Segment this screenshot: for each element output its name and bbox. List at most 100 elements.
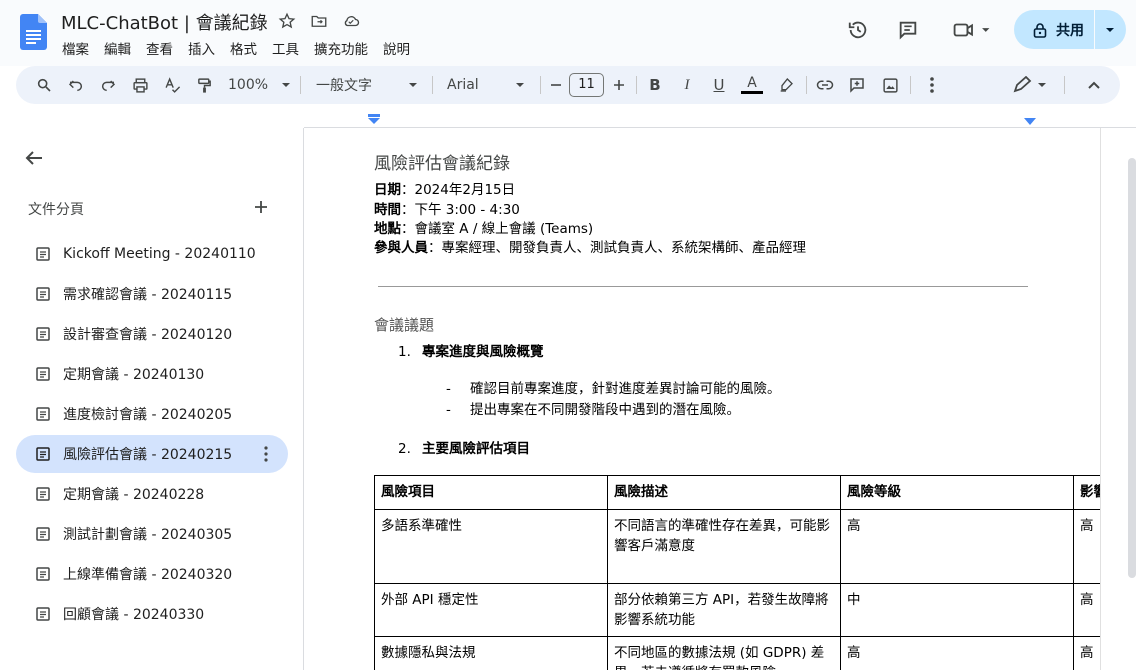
document-page[interactable]: 風險評估會議紀錄 日期：2024年2月15日 時間：下午 3:00 - 4:30… [304,128,1136,670]
toolbar-divider [300,76,301,94]
top-bar: MLC-ChatBot | 會議紀錄 檔案 編輯 查看 插入 格式 工具 擴充功… [0,0,1136,66]
toolbar-divider [540,76,541,94]
share-label: 共用 [1056,22,1084,39]
chevron-down-icon [516,83,524,87]
sidebar-item-label: 進度檢討會議 - 20240205 [63,407,233,423]
menu-tools[interactable]: 工具 [272,38,299,58]
add-tab-icon[interactable] [253,199,269,215]
document-icon [36,287,50,301]
document-icon [36,447,50,461]
sidebar-item-label: 定期會議 - 20240130 [63,367,205,383]
menu-extensions[interactable]: 擴充功能 [314,38,368,58]
text-color-icon[interactable]: A [740,75,764,95]
page-title: 風險評估會議紀錄 [374,154,510,174]
editing-mode-icon[interactable] [1012,75,1052,95]
vertical-scrollbar[interactable] [1128,158,1136,578]
sidebar-item-label: 設計審查會議 - 20240120 [63,327,233,343]
insert-link-icon[interactable] [815,75,835,95]
sidebar-item-design-review[interactable]: 設計審查會議 - 20240120 [16,315,288,353]
print-icon[interactable] [130,75,150,95]
insert-image-icon[interactable] [880,75,900,95]
table-cell: 多語系準確性 [374,509,608,584]
sidebar-item-label: 上線準備會議 - 20240320 [63,567,233,583]
increase-font-size-icon[interactable] [611,75,627,95]
menu-help[interactable]: 說明 [383,38,410,58]
menu-edit[interactable]: 編輯 [104,38,131,58]
formatting-toolbar: 100% 一般文字 Arial 11 B I U A [16,66,1120,104]
style-select[interactable]: 一般文字 [316,75,422,95]
move-folder-icon[interactable] [309,11,329,31]
table-cell: 部分依賴第三方 API，若發生故障將影響系統功能 [607,583,841,637]
sidebar-item-progress-review[interactable]: 進度檢討會議 - 20240205 [16,395,288,433]
sidebar-item-label: 回顧會議 - 20240330 [63,607,205,623]
sidebar-item-label: 測試計劃會議 - 20240305 [63,527,233,543]
toolbar-divider [910,76,911,94]
right-margin-marker-icon[interactable] [1024,118,1036,126]
bullet-item: - 確認目前專案進度，針對進度差異討論可能的風險。 [446,381,781,397]
menu-view[interactable]: 查看 [146,38,173,58]
sidebar-item-launch-prep[interactable]: 上線準備會議 - 20240320 [16,555,288,593]
share-dropdown-icon[interactable] [1104,25,1116,35]
italic-icon[interactable]: I [678,75,696,95]
meet-video-icon[interactable] [950,18,994,42]
table-cell: 不同語言的準確性存在差異，可能影響客戶滿意度 [607,509,841,584]
version-history-icon[interactable] [846,18,870,42]
paint-format-icon[interactable] [194,75,214,95]
font-size-input[interactable]: 11 [569,73,604,97]
sidebar-item-kickoff[interactable]: Kickoff Meeting - 20240110 [16,235,288,273]
cloud-saved-icon[interactable] [341,11,361,31]
bold-icon[interactable]: B [646,75,664,95]
table-cell: 高 [840,636,1074,670]
table-cell: 不同地區的數據法規 (如 GDPR) 差異，若未遵循將有罰款風險 [607,636,841,670]
add-comment-icon[interactable] [847,75,867,95]
table-row: 外部 API 穩定性 部分依賴第三方 API，若發生故障將影響系統功能 中 高 [374,583,1134,637]
share-divider [1094,10,1095,49]
sidebar-item-regular-0228[interactable]: 定期會議 - 20240228 [16,475,288,513]
font-select[interactable]: Arial [447,75,531,95]
hide-menus-icon[interactable] [1084,75,1104,95]
document-icon [36,607,50,621]
document-title[interactable]: MLC-ChatBot | 會議紀錄 [61,9,268,35]
risk-table: 風險項目 風險描述 風險等級 影響 多語系準確性 不同語言的準確性存在差異，可能… [374,475,1134,670]
highlight-color-icon[interactable] [776,75,796,95]
tabs-title: 文件分頁 [28,202,84,218]
menu-insert[interactable]: 插入 [188,38,215,58]
docs-logo-icon[interactable] [20,14,47,50]
spellcheck-icon[interactable] [162,75,182,95]
zoom-value: 100% [228,77,269,93]
sidebar-item-retrospective[interactable]: 回顧會議 - 20240330 [16,595,288,633]
table-header-row: 風險項目 風險描述 風險等級 影響 [374,475,1134,510]
menu-file[interactable]: 檔案 [62,38,89,58]
toolbar-divider [432,76,433,94]
document-icon [36,567,50,581]
comments-icon[interactable] [896,18,920,42]
chevron-down-icon [409,83,417,87]
toolbar-divider [806,76,807,94]
back-arrow-icon[interactable] [24,148,44,168]
search-menus-icon[interactable] [34,75,54,95]
more-options-icon[interactable] [922,75,942,95]
underline-icon[interactable]: U [710,75,728,95]
lock-icon [1033,22,1047,38]
sidebar-item-requirements[interactable]: 需求確認會議 - 20240115 [16,275,288,313]
sidebar-item-regular-0130[interactable]: 定期會議 - 20240130 [16,355,288,393]
table-row: 數據隱私與法規 不同地區的數據法規 (如 GDPR) 差異，若未遵循將有罰款風險… [374,636,1134,670]
star-icon[interactable] [277,11,297,31]
decrease-font-size-icon[interactable] [548,75,564,95]
menu-format[interactable]: 格式 [230,38,257,58]
tab-options-icon[interactable] [264,446,268,462]
bullet-item: - 提出專案在不同開發階段中遇到的潛在風險。 [446,402,740,418]
redo-icon[interactable] [98,75,118,95]
sidebar-item-risk-assessment[interactable]: 風險評估會議 - 20240215 [16,435,288,473]
sidebar-item-test-plan[interactable]: 測試計劃會議 - 20240305 [16,515,288,553]
undo-icon[interactable] [66,75,86,95]
toolbar-divider [1064,76,1065,94]
ruler [304,104,1136,128]
table-row: 多語系準確性 不同語言的準確性存在差異，可能影響客戶滿意度 高 高 [374,509,1134,584]
document-icon [36,367,50,381]
share-button[interactable]: 共用 [1014,10,1126,49]
table-cell: 中 [840,583,1074,637]
indent-marker-icon[interactable] [368,114,380,124]
zoom-select[interactable]: 100% [228,75,292,95]
menu-bar: 檔案 編輯 查看 插入 格式 工具 擴充功能 說明 [62,38,425,58]
